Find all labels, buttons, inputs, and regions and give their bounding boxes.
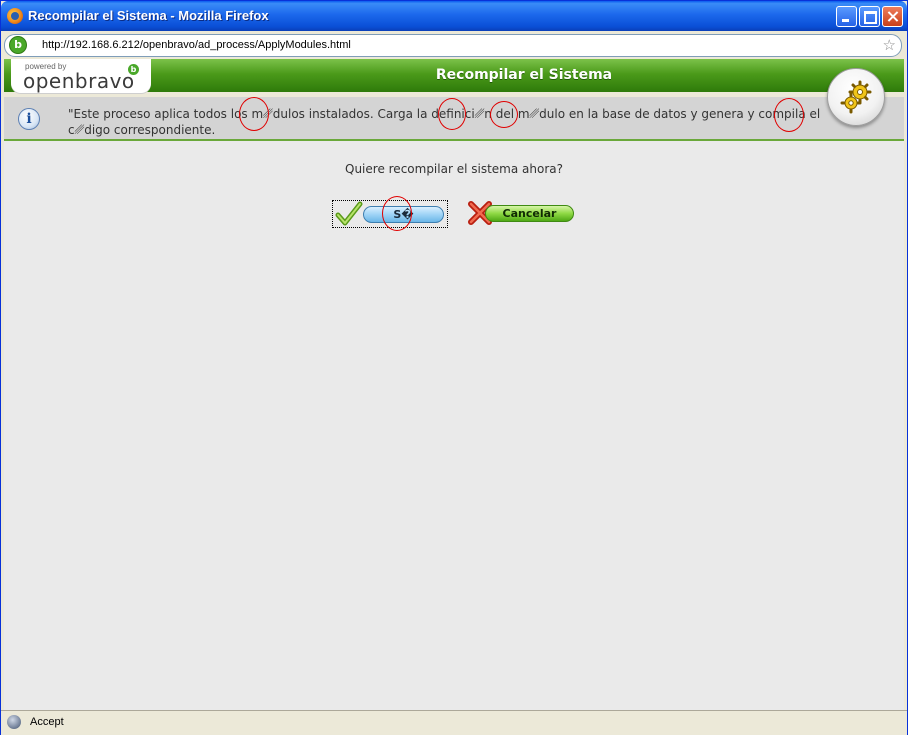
yes-button[interactable]: S� [332,200,448,228]
connection-status-icon [7,715,21,729]
firefox-window: Recompilar el Sistema - Mozilla Firefox … [0,0,908,735]
openbravo-logo[interactable]: powered by openbravo b [11,59,151,93]
openbravo-site-icon: b [9,36,27,54]
cancel-button[interactable]: Cancelar [465,200,579,228]
info-icon: i [18,108,40,130]
address-bar[interactable]: b http://192.168.6.212/openbravo/ad_proc… [4,34,902,57]
checkmark-icon [335,201,363,226]
yes-button-label[interactable]: S� [363,206,444,223]
logo-b-icon: b [128,64,139,75]
process-content: Quiere recompilar el sistema ahora? S� C… [4,141,904,710]
bookmark-star-icon[interactable]: ☆ [883,36,896,54]
process-description: "Este proceso aplica todos los m␥dulos i… [68,107,821,137]
cancel-button-label[interactable]: Cancelar [485,205,574,222]
status-bar: Accept [1,710,907,735]
maximize-button[interactable] [859,6,880,27]
logo-wordmark: openbravo [23,69,135,93]
firefox-icon [7,8,23,24]
close-button[interactable] [882,6,903,27]
app-header: powered by openbravo b Recompilar el Sis… [4,59,904,93]
process-info-bar: i "Este proceso aplica todos los m␥dulos… [4,97,904,141]
page-title: Recompilar el Sistema [435,67,613,83]
gears-icon [827,68,885,126]
window-title: Recompilar el Sistema - Mozilla Firefox [28,8,269,23]
url-text[interactable]: http://192.168.6.212/openbravo/ad_proces… [42,39,351,51]
title-bar: Recompilar el Sistema - Mozilla Firefox [1,1,907,31]
confirm-question: Quiere recompilar el sistema ahora? [345,162,563,176]
status-text: Accept [30,716,64,728]
minimize-button[interactable] [836,6,857,27]
